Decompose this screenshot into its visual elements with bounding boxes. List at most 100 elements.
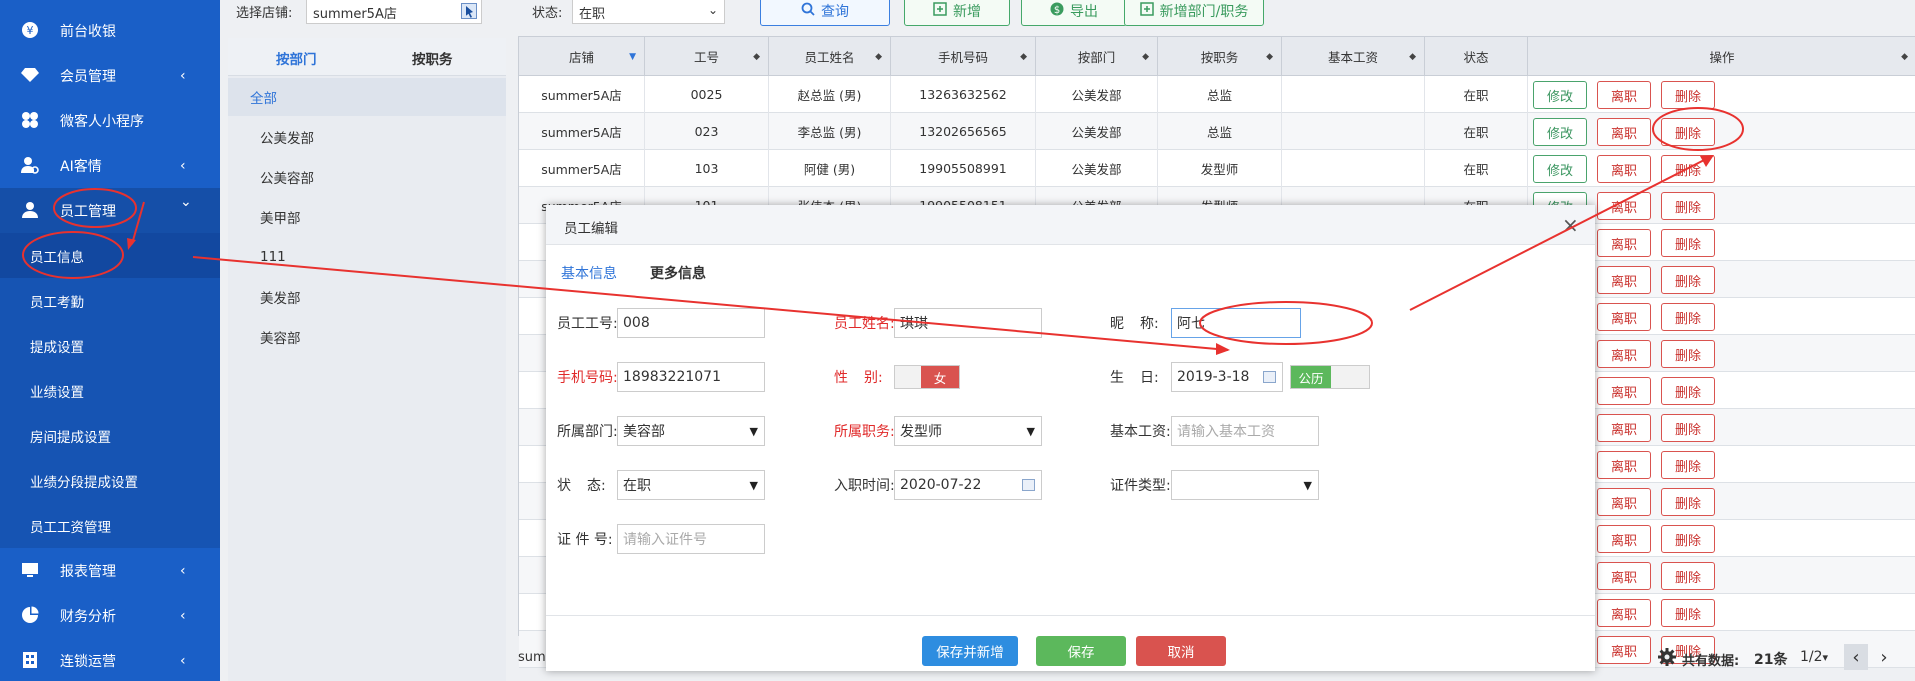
submenu-staff-attendance[interactable]: 员工考勤 xyxy=(0,278,220,323)
tab-by-job[interactable]: 按职务 xyxy=(412,48,453,68)
id-type-select[interactable]: ▼ xyxy=(1171,470,1319,500)
phone-field[interactable]: 18983221071 xyxy=(617,362,765,392)
column-header-phone[interactable]: 手机号码 ◆ xyxy=(891,37,1036,76)
nickname-field[interactable]: 阿七 xyxy=(1171,308,1301,338)
calendar-icon[interactable] xyxy=(1022,479,1035,491)
delete-button[interactable]: 删除 xyxy=(1661,303,1715,331)
leave-button[interactable]: 离职 xyxy=(1597,451,1651,479)
delete-button[interactable]: 删除 xyxy=(1661,155,1715,183)
delete-button[interactable]: 删除 xyxy=(1661,599,1715,627)
tab-by-department[interactable]: 按部门 xyxy=(276,48,317,68)
salary-field[interactable]: 请输入基本工资 xyxy=(1171,416,1319,446)
column-header-department[interactable]: 按部门 ◆ xyxy=(1036,37,1158,76)
submenu-commission-settings[interactable]: 提成设置 xyxy=(0,323,220,368)
leave-button[interactable]: 离职 xyxy=(1597,525,1651,553)
leave-button[interactable]: 离职 xyxy=(1597,414,1651,442)
store-select-input[interactable]: summer5A店 xyxy=(306,0,482,24)
prev-page-button[interactable]: ‹ xyxy=(1844,644,1868,670)
calendar-type-toggle[interactable]: 公历 xyxy=(1290,365,1370,389)
sidebar-item-ai[interactable]: AI客情 ‹ xyxy=(0,143,220,188)
department-item[interactable]: 美发部 xyxy=(228,278,506,316)
delete-button[interactable]: 删除 xyxy=(1661,414,1715,442)
department-item[interactable]: 公美容部 xyxy=(228,158,506,196)
cancel-button[interactable]: 取消 xyxy=(1136,636,1226,666)
gender-toggle[interactable]: 女 xyxy=(894,365,960,389)
sidebar-item-miniprogram[interactable]: 微客人小程序 xyxy=(0,98,220,143)
leave-button[interactable]: 离职 xyxy=(1597,340,1651,368)
status-filter-select[interactable]: 在职 ⌄ xyxy=(572,0,725,24)
column-header-job[interactable]: 按职务 ◆ xyxy=(1158,37,1282,76)
emp-no-field[interactable]: 008 xyxy=(617,308,765,338)
export-button[interactable]: $ 导出 xyxy=(1021,0,1127,26)
name-field[interactable]: 琪琪 xyxy=(894,308,1042,338)
department-item[interactable]: 美容部 xyxy=(228,318,506,356)
gear-icon[interactable] xyxy=(1658,648,1676,670)
page-indicator[interactable]: 1/2▾ xyxy=(1800,649,1828,665)
job-select[interactable]: 发型师 ▼ xyxy=(894,416,1042,446)
leave-button[interactable]: 离职 xyxy=(1597,81,1651,109)
leave-button[interactable]: 离职 xyxy=(1597,155,1651,183)
column-header-salary[interactable]: 基本工资 ◆ xyxy=(1282,37,1425,76)
table-row[interactable]: summer5A店 023 李总监 (男) 13202656565 公美发部 总监 在职 修改… xyxy=(519,113,1915,150)
join-date-field[interactable]: 2020-07-22 xyxy=(894,470,1042,500)
tab-basic-info[interactable]: 基本信息 xyxy=(561,263,617,283)
submenu-tiered-commission[interactable]: 业绩分段提成设置 xyxy=(0,458,220,503)
dept-select[interactable]: 美容部 ▼ xyxy=(617,416,765,446)
sidebar-item-reports[interactable]: 报表管理 ‹ xyxy=(0,548,220,593)
edit-button[interactable]: 修改 xyxy=(1533,81,1587,109)
leave-button[interactable]: 离职 xyxy=(1597,192,1651,220)
leave-button[interactable]: 离职 xyxy=(1597,266,1651,294)
query-button[interactable]: 查询 xyxy=(760,0,890,26)
sidebar-item-chain[interactable]: 连锁运营 ‹ xyxy=(0,638,220,681)
cursor-pick-icon[interactable] xyxy=(461,3,477,23)
delete-button[interactable]: 删除 xyxy=(1661,192,1715,220)
leave-button[interactable]: 离职 xyxy=(1597,599,1651,627)
id-no-field[interactable]: 请输入证件号 xyxy=(617,524,765,554)
leave-button[interactable]: 离职 xyxy=(1597,303,1651,331)
delete-button[interactable]: 删除 xyxy=(1661,451,1715,479)
column-header-emp-no[interactable]: 工号 ◆ xyxy=(645,37,769,76)
leave-button[interactable]: 离职 xyxy=(1597,377,1651,405)
submenu-staff-info[interactable]: 员工信息 xyxy=(0,233,220,278)
status-select[interactable]: 在职 ▼ xyxy=(617,470,765,500)
submenu-room-commission[interactable]: 房间提成设置 xyxy=(0,413,220,458)
delete-button[interactable]: 删除 xyxy=(1661,340,1715,368)
save-button[interactable]: 保存 xyxy=(1036,636,1126,666)
close-icon[interactable]: × xyxy=(1562,213,1579,237)
sidebar-item-members[interactable]: 会员管理 ‹ xyxy=(0,53,220,98)
edit-button[interactable]: 修改 xyxy=(1533,118,1587,146)
delete-button[interactable]: 删除 xyxy=(1661,562,1715,590)
department-item[interactable]: 111 xyxy=(228,238,506,276)
column-header-store[interactable]: 店铺 ▼ xyxy=(519,37,645,76)
delete-button[interactable]: 删除 xyxy=(1661,377,1715,405)
submenu-salary-management[interactable]: 员工工资管理 xyxy=(0,503,220,548)
sidebar-item-staff[interactable]: 员工管理 ⌄ xyxy=(0,188,220,233)
table-row[interactable]: summer5A店 0025 赵总监 (男) 13263632562 公美发部 总监 在职修… xyxy=(519,76,1915,113)
leave-button[interactable]: 离职 xyxy=(1597,229,1651,257)
leave-button[interactable]: 离职 xyxy=(1597,118,1651,146)
delete-button[interactable]: 删除 xyxy=(1661,229,1715,257)
leave-button[interactable]: 离职 xyxy=(1597,488,1651,516)
delete-button[interactable]: 删除 xyxy=(1661,81,1715,109)
column-header-name[interactable]: 员工姓名 ◆ xyxy=(769,37,891,76)
department-item[interactable]: 公美发部 xyxy=(228,118,506,156)
delete-button[interactable]: 删除 xyxy=(1661,118,1715,146)
save-and-new-button[interactable]: 保存并新增 xyxy=(922,636,1018,666)
delete-button[interactable]: 删除 xyxy=(1661,488,1715,516)
add-button[interactable]: 新增 xyxy=(904,0,1010,26)
sidebar-item-finance[interactable]: 财务分析 ‹ xyxy=(0,593,220,638)
table-row[interactable]: summer5A店 103 阿健 (男) 19905508991 公美发部 发型师 在职 修改… xyxy=(519,150,1915,187)
add-dept-job-button[interactable]: 新增部门/职务 xyxy=(1124,0,1264,26)
delete-button[interactable]: 删除 xyxy=(1661,525,1715,553)
submenu-performance-settings[interactable]: 业绩设置 xyxy=(0,368,220,413)
delete-button[interactable]: 删除 xyxy=(1661,266,1715,294)
tab-more-info[interactable]: 更多信息 xyxy=(650,263,706,283)
leave-button[interactable]: 离职 xyxy=(1597,562,1651,590)
calendar-icon[interactable] xyxy=(1263,371,1276,383)
birthday-field[interactable]: 2019-3-18 xyxy=(1171,362,1283,392)
department-item[interactable]: 美甲部 xyxy=(228,198,506,236)
edit-button[interactable]: 修改 xyxy=(1533,155,1587,183)
department-item-all[interactable]: 全部 xyxy=(228,78,506,116)
next-page-button[interactable]: › xyxy=(1872,644,1896,670)
sidebar-item-cashier[interactable]: ¥ 前台收银 xyxy=(0,8,220,53)
